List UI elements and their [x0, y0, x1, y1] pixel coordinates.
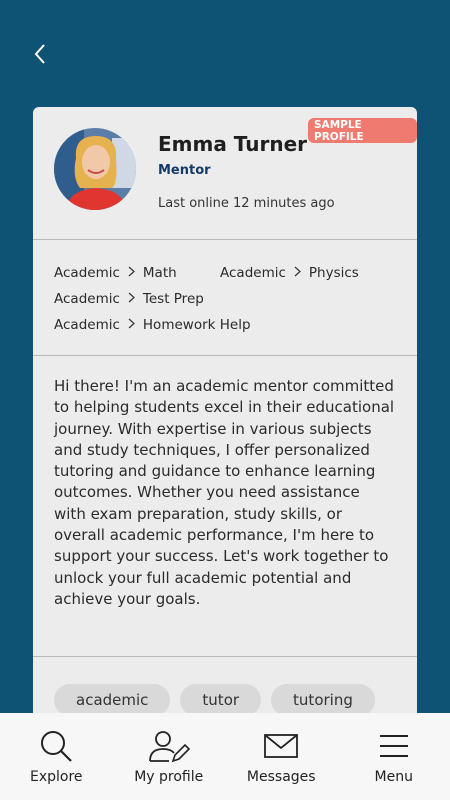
last-online-status: Last online 12 minutes ago: [158, 196, 335, 211]
chevron-right-icon: [294, 265, 301, 281]
back-button[interactable]: [28, 40, 52, 68]
nav-label: Menu: [374, 769, 413, 785]
profile-bio: Hi there! I'm an academic mentor committ…: [33, 356, 417, 657]
user-edit-icon: [147, 729, 191, 763]
nav-label: Messages: [246, 769, 316, 785]
hamburger-menu-icon: [379, 729, 409, 763]
tag-chip[interactable]: tutor: [180, 684, 262, 716]
nav-my-profile[interactable]: My profile: [113, 713, 226, 800]
nav-menu[interactable]: Menu: [338, 713, 450, 800]
profile-card: SAMPLE PROFILE Emma Turner Mentor Last o…: [33, 107, 417, 747]
category-item: Academic Physics: [220, 265, 359, 281]
profile-name: Emma Turner: [158, 132, 308, 156]
tag-chip[interactable]: academic: [54, 684, 171, 716]
tag-list: academic tutor tutoring: [33, 657, 417, 716]
chevron-right-icon: [128, 291, 135, 307]
category-item: Academic Math: [54, 265, 177, 281]
search-icon: [39, 729, 73, 763]
profile-header: SAMPLE PROFILE Emma Turner Mentor Last o…: [33, 107, 417, 240]
nav-label: My profile: [134, 769, 204, 785]
chevron-right-icon: [128, 265, 135, 281]
category-list: Academic Math Academic Physics Academic: [33, 240, 417, 356]
category-item: Academic Test Prep: [54, 291, 204, 307]
nav-label: Explore: [29, 769, 83, 785]
nav-explore[interactable]: Explore: [0, 713, 113, 800]
chevron-right-icon: [128, 317, 135, 333]
tag-chip[interactable]: tutoring: [271, 684, 375, 716]
envelope-icon: [264, 729, 299, 763]
sample-profile-badge: SAMPLE PROFILE: [308, 118, 417, 143]
category-item: Academic Homework Help: [54, 317, 251, 333]
chevron-left-icon: [34, 44, 45, 64]
avatar: [54, 128, 136, 210]
bottom-nav: Explore My profile Messages Menu: [0, 713, 450, 800]
profile-role: Mentor: [158, 163, 211, 178]
nav-messages[interactable]: Messages: [225, 713, 338, 800]
